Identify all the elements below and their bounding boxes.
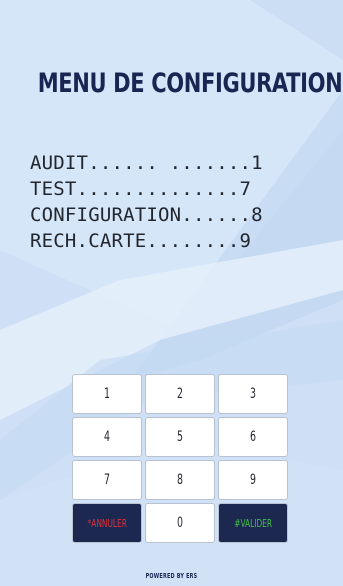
key-label: 7 bbox=[103, 472, 110, 488]
key-8[interactable]: 8 bbox=[145, 460, 215, 500]
key-3[interactable]: 3 bbox=[218, 374, 288, 414]
key-label: 3 bbox=[249, 386, 256, 402]
key-4[interactable]: 4 bbox=[72, 417, 142, 457]
key-label: 5 bbox=[176, 429, 183, 445]
config-menu-screen: MENU DE CONFIGURATION AUDIT...... ......… bbox=[0, 0, 343, 586]
key-2[interactable]: 2 bbox=[145, 374, 215, 414]
key-label: 2 bbox=[176, 386, 183, 402]
key-0[interactable]: 0 bbox=[145, 503, 215, 543]
key-label: 4 bbox=[103, 429, 110, 445]
key-1[interactable]: 1 bbox=[72, 374, 142, 414]
powered-by-text: POWERED BY ERS bbox=[145, 572, 198, 580]
key-label: 1 bbox=[103, 386, 110, 402]
cancel-label: *ANNULER bbox=[87, 516, 127, 530]
menu-item-test[interactable]: TEST..............7 bbox=[30, 176, 330, 202]
key-label: 9 bbox=[249, 472, 256, 488]
menu-item-configuration[interactable]: CONFIGURATION......8 bbox=[30, 202, 330, 228]
key-7[interactable]: 7 bbox=[72, 460, 142, 500]
key-5[interactable]: 5 bbox=[145, 417, 215, 457]
key-label: 8 bbox=[176, 472, 183, 488]
validate-button[interactable]: #VALIDER bbox=[218, 503, 288, 543]
key-label: 0 bbox=[176, 515, 183, 531]
cancel-button[interactable]: *ANNULER bbox=[72, 503, 142, 543]
key-label: 6 bbox=[249, 429, 256, 445]
menu-item-audit[interactable]: AUDIT...... .......1 bbox=[30, 150, 330, 176]
page-title: MENU DE CONFIGURATION bbox=[37, 68, 343, 99]
numeric-keypad: 1 2 3 4 5 6 7 8 9 *ANNULER 0 #VALIDER bbox=[72, 374, 288, 543]
validate-label: #VALIDER bbox=[234, 516, 272, 530]
key-9[interactable]: 9 bbox=[218, 460, 288, 500]
menu-item-rech-carte[interactable]: RECH.CARTE........9 bbox=[30, 228, 330, 254]
config-menu-list: AUDIT...... .......1 TEST..............7… bbox=[30, 150, 330, 254]
key-6[interactable]: 6 bbox=[218, 417, 288, 457]
